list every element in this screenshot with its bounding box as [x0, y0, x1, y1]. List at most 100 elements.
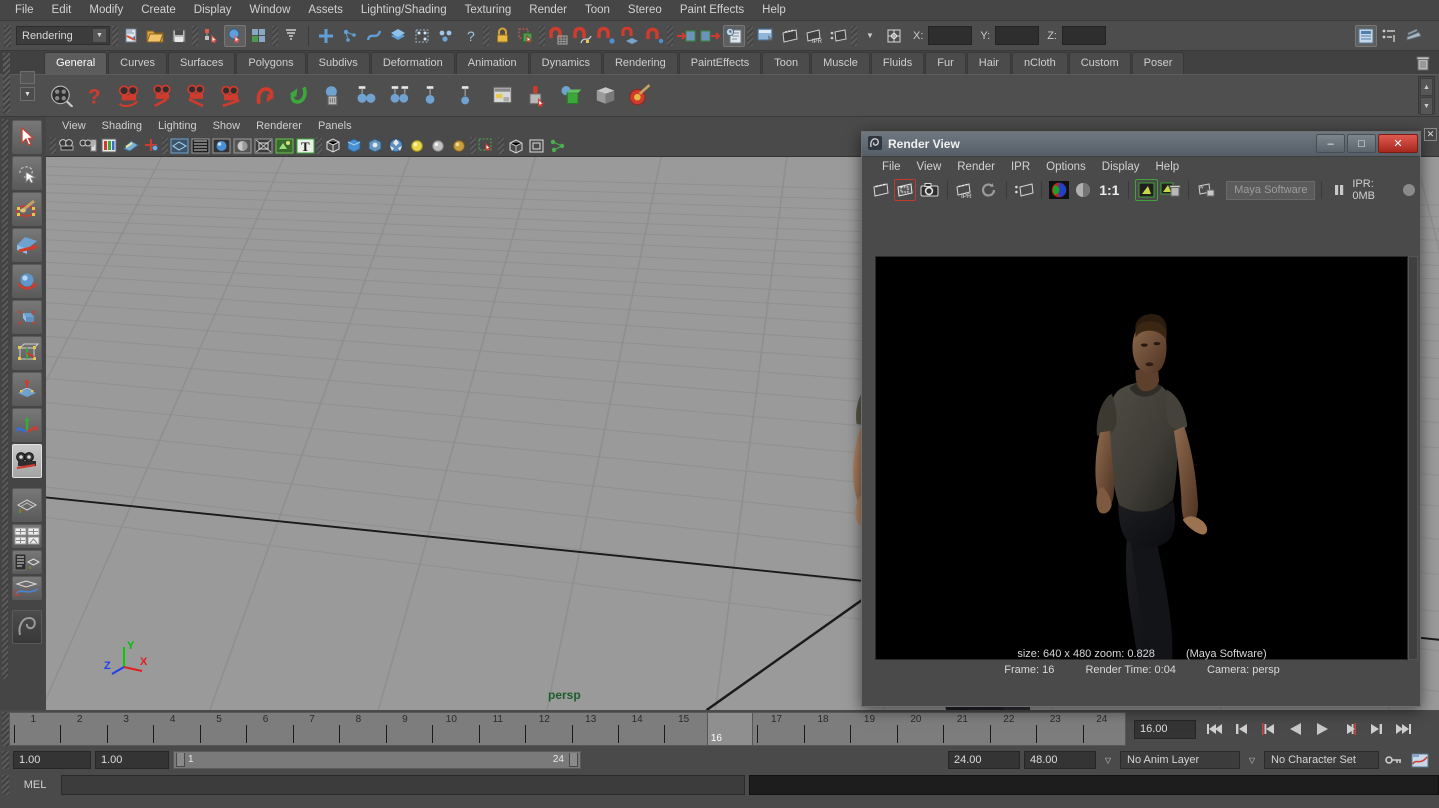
refresh-ipr-icon[interactable]: [978, 179, 1000, 201]
lock-icon[interactable]: [491, 25, 513, 47]
construction-history-icon[interactable]: [723, 25, 745, 47]
shelf-tab-deformation[interactable]: Deformation: [371, 52, 455, 74]
character-set-selector[interactable]: No Character Set: [1264, 751, 1379, 769]
range-slider[interactable]: 1 24: [173, 751, 581, 769]
render-view-window[interactable]: Render View – □ ✕ FileViewRenderIPROptio…: [861, 131, 1421, 707]
menu-item-display[interactable]: Display: [185, 2, 241, 18]
command-language-label[interactable]: MEL: [13, 779, 57, 791]
shelf-options-button[interactable]: ▼: [20, 87, 35, 101]
renderer-selector[interactable]: Maya Software: [1226, 181, 1315, 200]
render-region-icon[interactable]: [894, 179, 916, 201]
shelf-tab-toon[interactable]: Toon: [762, 52, 810, 74]
shelf-tab-general[interactable]: General: [44, 52, 107, 74]
render-view-menu-render[interactable]: Render: [949, 160, 1003, 174]
grid-icon[interactable]: [505, 136, 525, 155]
play-backwards-icon[interactable]: [1283, 717, 1308, 741]
attribute-editor-icon[interactable]: [1355, 25, 1377, 47]
viewport-menu-shading[interactable]: Shading: [94, 119, 150, 133]
xray-icon[interactable]: [344, 136, 364, 155]
soft-modification-tool-icon[interactable]: [12, 372, 42, 406]
last-tool-used-icon[interactable]: [12, 444, 42, 478]
shelf-tab-subdivs[interactable]: Subdivs: [307, 52, 370, 74]
time-slider[interactable]: 1234567891011121314151617181920212223241…: [9, 712, 1126, 746]
help-question-icon[interactable]: ?: [78, 79, 111, 113]
hypershade-icon[interactable]: [486, 79, 519, 113]
ipr-render-icon[interactable]: IPR: [803, 25, 825, 47]
shelf-tab-fluids[interactable]: Fluids: [871, 52, 924, 74]
shelf-scroll-buttons[interactable]: ▲ ▼: [1418, 76, 1435, 114]
magnet-live-icon[interactable]: [643, 25, 665, 47]
magnet-curve-icon[interactable]: [571, 25, 593, 47]
go-to-end-icon[interactable]: [1391, 717, 1416, 741]
menu-item-edit[interactable]: Edit: [43, 2, 81, 18]
step-back-key-icon[interactable]: [1256, 717, 1281, 741]
snap-live-icon[interactable]: [411, 25, 433, 47]
command-line-grip[interactable]: [2, 775, 9, 795]
paint-render-icon[interactable]: [622, 79, 655, 113]
chevron-down-icon[interactable]: ▼: [92, 28, 107, 43]
range-grip[interactable]: [2, 751, 9, 769]
snapshot-icon[interactable]: [918, 179, 940, 201]
select-camera-icon[interactable]: [57, 136, 77, 155]
menu-item-paint-effects[interactable]: Paint Effects: [671, 2, 753, 18]
range-start-field[interactable]: 1.00: [13, 751, 91, 769]
ipr-render-icon[interactable]: IPR: [954, 179, 976, 201]
snap-point-icon[interactable]: [363, 25, 385, 47]
channel-box-icon[interactable]: [1379, 25, 1401, 47]
shelf-tab-custom[interactable]: Custom: [1069, 52, 1131, 74]
menu-item-file[interactable]: File: [6, 2, 43, 18]
menu-item-render[interactable]: Render: [520, 2, 576, 18]
one-to-one-zoom-label[interactable]: 1:1: [1096, 179, 1122, 201]
magnet-plane-icon[interactable]: [619, 25, 641, 47]
anim-layer-selector[interactable]: No Anim Layer: [1120, 751, 1240, 769]
auto-key-icon[interactable]: [1383, 749, 1405, 771]
render-view-scrollbar[interactable]: [1408, 256, 1418, 660]
shelf-tab-painteffects[interactable]: PaintEffects: [679, 52, 762, 74]
wireframe-icon[interactable]: [169, 136, 189, 155]
select-mask-icon[interactable]: [280, 25, 302, 47]
coord-z-input[interactable]: [1062, 26, 1106, 45]
new-scene-icon[interactable]: [120, 25, 142, 47]
shelf-scroll-up-icon[interactable]: ▲: [1420, 78, 1433, 96]
playback-start-field[interactable]: 24.00: [948, 751, 1020, 769]
render-settings-icon[interactable]: w: [1195, 179, 1217, 201]
range-right-handle[interactable]: [569, 753, 578, 767]
paint-select-tool-icon[interactable]: [12, 192, 42, 226]
image-plane-icon[interactable]: [120, 136, 140, 155]
snap-view-plane-icon[interactable]: [387, 25, 409, 47]
render-image-canvas[interactable]: [875, 256, 1408, 660]
time-slider-grip[interactable]: [2, 712, 9, 746]
play-forwards-icon[interactable]: [1310, 717, 1335, 741]
outliner-persp-layout-icon[interactable]: [12, 550, 42, 574]
timeline-current-frame-marker[interactable]: 16: [707, 713, 753, 745]
point-light-icon[interactable]: [418, 79, 451, 113]
select-by-object-icon[interactable]: [224, 25, 246, 47]
help-question-icon[interactable]: ?: [459, 25, 481, 47]
camera-track-icon[interactable]: [141, 136, 161, 155]
highlight-selection-icon[interactable]: [515, 25, 537, 47]
menu-item-texturing[interactable]: Texturing: [456, 2, 521, 18]
shelf-trash-icon[interactable]: [1413, 53, 1433, 73]
render-sequence-icon[interactable]: [779, 25, 801, 47]
rotate-tool-icon[interactable]: [12, 264, 42, 298]
scale-tool-icon[interactable]: [12, 300, 42, 334]
shelf-tab-menu-button[interactable]: [20, 71, 35, 84]
toolbox-grip[interactable]: [2, 119, 8, 679]
chevron-down-icon[interactable]: ▽: [1244, 751, 1260, 769]
command-input[interactable]: [61, 775, 745, 795]
render-current-frame-icon[interactable]: [755, 25, 777, 47]
keep-image-icon[interactable]: [1135, 179, 1157, 201]
green-arrow-down-icon[interactable]: [282, 79, 315, 113]
persp-graph-layout-icon[interactable]: [12, 576, 42, 600]
range-left-handle[interactable]: [176, 753, 185, 767]
render-view-menu-ipr[interactable]: IPR: [1003, 160, 1038, 174]
select-by-component-icon[interactable]: [248, 25, 270, 47]
camera-roll-icon[interactable]: [214, 79, 247, 113]
ambient-light-icon[interactable]: [350, 79, 383, 113]
camera-attributes-icon[interactable]: [78, 136, 98, 155]
shelf-tab-ncloth[interactable]: nCloth: [1012, 52, 1068, 74]
magnet-point-icon[interactable]: [595, 25, 617, 47]
viewport-menu-renderer[interactable]: Renderer: [248, 119, 310, 133]
snap-grid-icon[interactable]: [315, 25, 337, 47]
camera-aim-up-icon[interactable]: [180, 79, 213, 113]
